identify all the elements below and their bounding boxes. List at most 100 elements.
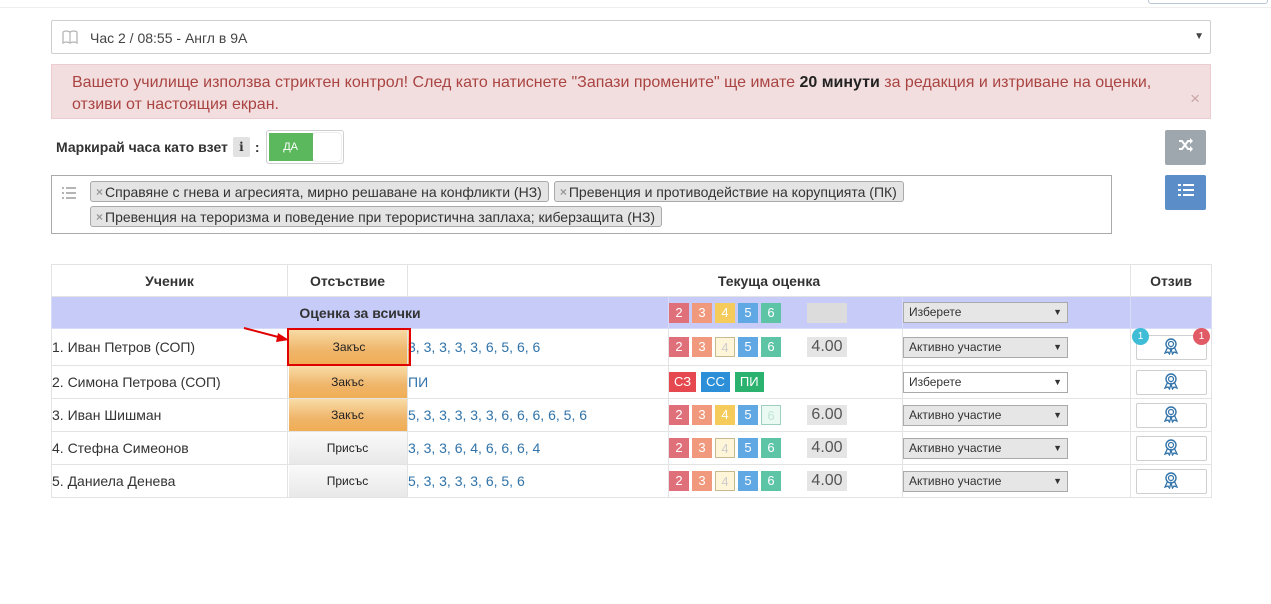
review-button[interactable] <box>1135 369 1207 395</box>
average-value: 4.00 <box>807 438 847 458</box>
grade-pi-button[interactable]: ПИ <box>734 372 764 392</box>
grade-4-button[interactable]: 4 <box>715 337 735 357</box>
alert-message: Вашето училище използва стриктен контрол… <box>72 72 1162 116</box>
review-type-select[interactable]: Активно участие ▼ <box>903 336 1068 358</box>
absence-present-button[interactable]: Присъс <box>288 432 407 464</box>
absence-present-button[interactable]: Присъс <box>288 465 407 497</box>
absence-late-button[interactable]: Закъс <box>288 366 407 398</box>
topic-tag-label: Справяне с гнева и агресията, мирно реша… <box>105 183 542 200</box>
absence-late-button[interactable]: Закъс <box>288 399 407 431</box>
remove-tag-icon[interactable]: × <box>96 185 103 199</box>
mark-taken-toggle[interactable]: ДА <box>265 130 344 164</box>
select-value: Изберете <box>909 305 962 319</box>
toggle-on-label: ДА <box>268 133 313 161</box>
grade-3-button[interactable]: 3 <box>692 438 712 458</box>
grade-all-select-cell: Изберете ▼ <box>901 296 1132 329</box>
grade-2-button[interactable]: 2 <box>669 405 689 425</box>
grades-list[interactable]: 3, 3, 3, 3, 3, 6, 5, 6, 6 <box>407 328 669 366</box>
lesson-select[interactable]: Час 2 / 08:55 - Англ в 9А ▼ <box>51 20 1211 54</box>
grade-6-button[interactable]: 6 <box>761 471 781 491</box>
grade-5-button[interactable]: 5 <box>738 302 758 323</box>
grade-5-button[interactable]: 5 <box>738 337 758 357</box>
absence-cell: Закъс <box>287 328 411 366</box>
review-cell <box>1130 365 1213 399</box>
grade-2-button[interactable]: 2 <box>669 302 689 323</box>
caret-down-icon: ▼ <box>1053 475 1062 486</box>
grade-5-button[interactable]: 5 <box>738 405 758 425</box>
close-icon[interactable]: × <box>1190 90 1200 107</box>
caret-down-icon: ▼ <box>1053 376 1062 387</box>
review-button[interactable] <box>1135 435 1207 461</box>
shuffle-button[interactable] <box>1165 130 1206 165</box>
award-icon <box>1162 372 1180 393</box>
grades-list[interactable]: 5, 3, 3, 3, 3, 6, 5, 6 <box>407 464 669 498</box>
review-button[interactable] <box>1135 468 1207 494</box>
review-cell <box>1130 431 1213 465</box>
student-name: 2. Симона Петрова (СОП) <box>51 365 288 399</box>
remove-tag-icon[interactable]: × <box>560 185 567 199</box>
topic-tag[interactable]: × Превенция и противодействие на корупция… <box>553 181 904 202</box>
grade-6-button[interactable]: 6 <box>761 302 781 323</box>
grade-4-button[interactable]: 4 <box>715 438 735 458</box>
grade-4-button[interactable]: 4 <box>715 471 735 491</box>
grade-all-buttons: 2 3 4 5 6 <box>668 296 903 329</box>
grade-2-button[interactable]: 2 <box>669 471 689 491</box>
mark-taken-row: Маркирай часа като взет i : ДА <box>56 130 344 164</box>
select-value: Изберете <box>909 374 962 389</box>
grade-buttons: 2 3 4 5 6 6.00 <box>668 398 903 432</box>
grade-all-select[interactable]: Изберете ▼ <box>903 302 1068 323</box>
grade-sz-button[interactable]: СЗ <box>669 372 697 392</box>
grade-buttons: 2 3 4 5 6 4.00 <box>668 464 903 498</box>
top-button-edge[interactable] <box>1148 0 1268 4</box>
table-row: 4. Стефна Симеонов Присъс 3, 3, 3, 6, 4,… <box>51 431 1213 465</box>
review-cell: 1 1 <box>1130 328 1213 366</box>
grade-ss-button[interactable]: СС <box>701 372 730 392</box>
student-name: 3. Иван Шишман <box>51 398 288 432</box>
review-type-select[interactable]: Изберете ▼ <box>903 371 1068 393</box>
lesson-select-value: Час 2 / 08:55 - Англ в 9А <box>90 30 248 46</box>
grade-5-button[interactable]: 5 <box>738 471 758 491</box>
topics-list-button[interactable] <box>1165 175 1206 210</box>
caret-down-icon: ▼ <box>1053 409 1062 420</box>
grade-4-button[interactable]: 4 <box>715 405 735 425</box>
grade-6-button[interactable]: 6 <box>761 405 781 425</box>
review-cell <box>1130 464 1213 498</box>
alert-text: Вашето училище използва стриктен контрол… <box>72 74 800 91</box>
topics-multiselect[interactable]: × Справяне с гнева и агресията, мирно реш… <box>51 175 1112 234</box>
grades-list[interactable]: 3, 3, 3, 6, 4, 6, 6, 6, 4 <box>407 431 669 465</box>
grade-2-button[interactable]: 2 <box>669 438 689 458</box>
grades-list[interactable]: ПИ <box>407 365 669 399</box>
grade-3-button[interactable]: 3 <box>692 337 712 357</box>
absence-cell: Присъс <box>287 464 408 498</box>
table-row: 3. Иван Шишман Закъс 5, 3, 3, 3, 3, 3, 6… <box>51 398 1213 432</box>
grade-6-button[interactable]: 6 <box>761 337 781 357</box>
grade-4-button[interactable]: 4 <box>715 302 735 323</box>
review-type-select[interactable]: Активно участие ▼ <box>903 404 1068 426</box>
shuffle-icon <box>1178 138 1194 157</box>
grade-buttons: 2 3 4 5 6 4.00 <box>668 328 903 366</box>
grade-3-button[interactable]: 3 <box>692 302 712 323</box>
table-row: 1. Иван Петров (СОП) Закъс 3, 3, 3, 3, 3… <box>51 328 1213 366</box>
grade-3-button[interactable]: 3 <box>692 405 712 425</box>
grade-5-button[interactable]: 5 <box>738 438 758 458</box>
topic-tag[interactable]: × Справяне с гнева и агресията, мирно реш… <box>90 181 549 202</box>
absence-late-button[interactable]: Закъс <box>287 328 411 366</box>
review-type-select[interactable]: Активно участие ▼ <box>903 437 1068 459</box>
grade-2-button[interactable]: 2 <box>669 337 689 357</box>
review-type-select[interactable]: Активно участие ▼ <box>903 470 1068 492</box>
grade-3-button[interactable]: 3 <box>692 471 712 491</box>
grade-6-button[interactable]: 6 <box>761 438 781 458</box>
select-cell: Изберете ▼ <box>901 365 1132 399</box>
remove-tag-icon[interactable]: × <box>96 210 103 224</box>
grade-all-review <box>1130 296 1213 329</box>
grades-table: Ученик Отсъствие Текуща оценка Отзив Оце… <box>51 264 1213 498</box>
header-review: Отзив <box>1130 264 1213 297</box>
grades-list[interactable]: 5, 3, 3, 3, 3, 3, 6, 6, 6, 6, 5, 6 <box>407 398 669 432</box>
colon: : <box>254 139 260 155</box>
top-divider <box>0 7 1271 8</box>
select-value: Активно участие <box>909 440 1002 455</box>
review-button[interactable] <box>1135 402 1207 428</box>
topic-tag[interactable]: × Превенция на тероризма и поведение при … <box>90 206 663 227</box>
award-icon <box>1162 405 1180 426</box>
info-icon[interactable]: i <box>232 137 250 157</box>
